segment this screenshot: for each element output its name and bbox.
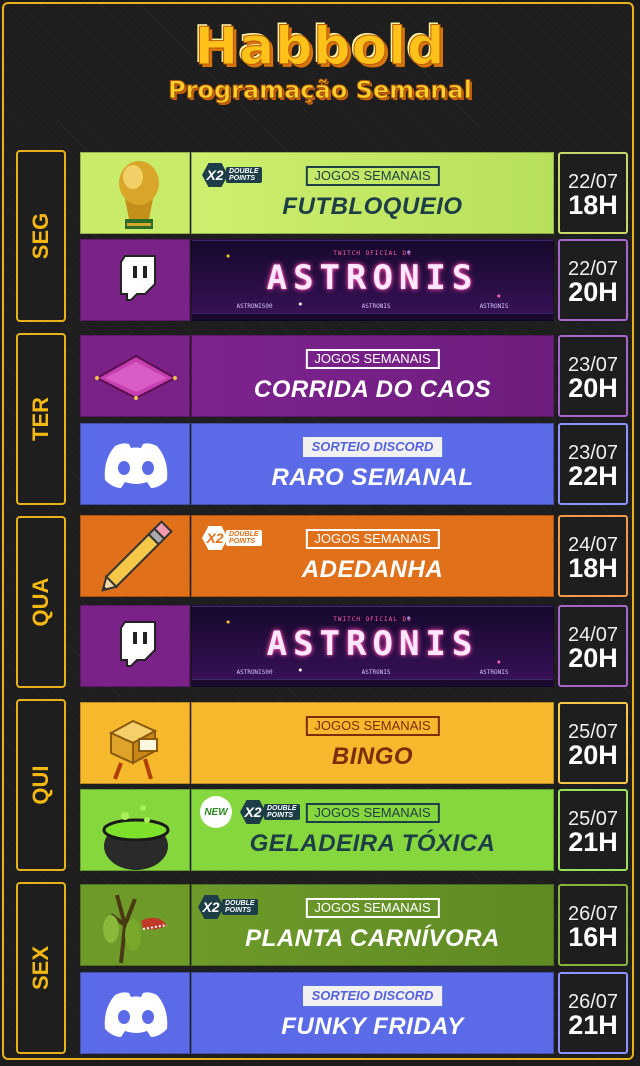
youtube-handle: ASTRONIS xyxy=(479,303,509,310)
event-date: 22/07 xyxy=(567,258,619,280)
event-hour: 20H xyxy=(568,643,618,673)
event-hour: 22H xyxy=(568,461,618,491)
event-hour: 21H xyxy=(568,827,618,857)
world-cup-trophy-icon xyxy=(80,152,190,234)
event-hour: 20H xyxy=(568,373,618,403)
event-title: BINGO xyxy=(331,743,414,770)
event-card: JOGOS SEMANAIS CORRIDA DO CAOS xyxy=(191,335,554,417)
event-card: SORTEIO DISCORD RARO SEMANAL xyxy=(191,423,554,505)
event-card: SORTEIO DISCORD FUNKY FRIDAY xyxy=(191,972,554,1054)
event-title: RARO SEMANAL xyxy=(271,464,474,491)
date-time-box: 26/07 16H xyxy=(558,884,628,966)
event-hour: 20H xyxy=(568,277,618,307)
date-time-box: 22/07 18H xyxy=(558,152,628,234)
event-card: NEW X2 DOUBLE POINTS JOGOS SEMANAIS GELAD… xyxy=(191,789,554,871)
event-hour: 18H xyxy=(568,190,618,220)
page-subtitle: Programação Semanal xyxy=(168,76,473,104)
date-time-box: 26/07 21H xyxy=(558,972,628,1054)
date-time-box: 24/07 20H xyxy=(558,605,628,687)
date-time-box: 22/07 20H xyxy=(558,239,628,321)
event-date: 23/07 xyxy=(567,354,619,376)
double-points-badge: X2 DOUBLE POINTS xyxy=(198,895,258,919)
category-label: JOGOS SEMANAIS xyxy=(305,803,440,823)
day-label-qui: QUI xyxy=(16,699,66,871)
discord-icon xyxy=(80,423,190,505)
stream-tagline: TWITCH OFICIAL DO xyxy=(333,250,412,257)
twitter-handle: ASTRONIS00 xyxy=(236,669,273,676)
stream-socials: ASTRONIS00 ASTRONIS ASTRONIS xyxy=(192,669,553,676)
event-hour: 16H xyxy=(568,922,618,952)
date-time-box: 23/07 20H xyxy=(558,335,628,417)
youtube-handle: ASTRONIS xyxy=(479,669,509,676)
new-badge: NEW xyxy=(200,796,232,828)
carnivorous-plant-icon xyxy=(80,884,190,966)
event-card: X2 DOUBLE POINTS JOGOS SEMANAIS FUTBLOQUE… xyxy=(191,152,554,234)
event-card: JOGOS SEMANAIS BINGO xyxy=(191,702,554,784)
stream-banner: TWITCH OFICIAL DO ASTRONIS ASTRONIS00 AS… xyxy=(191,239,554,321)
header: Habbold Programação Semanal xyxy=(0,17,640,104)
day-label-ter: TER xyxy=(16,333,66,505)
event-card: X2 DOUBLE POINTS JOGOS SEMANAIS PLANTA CA… xyxy=(191,884,554,966)
event-title: CORRIDA DO CAOS xyxy=(253,376,492,403)
stream-banner: TWITCH OFICIAL DO ASTRONIS ASTRONIS00 AS… xyxy=(191,605,554,687)
discord-icon xyxy=(80,972,190,1054)
event-title: FUTBLOQUEIO xyxy=(282,193,463,220)
event-date: 23/07 xyxy=(567,442,619,464)
day-label-seg: SEG xyxy=(16,150,66,322)
event-date: 24/07 xyxy=(567,534,619,556)
double-points-badge: X2 DOUBLE POINTS xyxy=(202,526,262,550)
category-label: SORTEIO DISCORD xyxy=(302,986,443,1006)
stream-tagline: TWITCH OFICIAL DO xyxy=(333,616,412,623)
category-label: JOGOS SEMANAIS xyxy=(305,529,440,549)
twitter-handle: ASTRONIS00 xyxy=(236,303,273,310)
double-points-badge: X2 DOUBLE POINTS xyxy=(202,163,262,187)
event-hour: 20H xyxy=(568,740,618,770)
event-date: 25/07 xyxy=(567,808,619,830)
cauldron-icon xyxy=(80,789,190,871)
category-label: JOGOS SEMANAIS xyxy=(305,166,440,186)
event-date: 26/07 xyxy=(567,991,619,1013)
event-hour: 21H xyxy=(568,1010,618,1040)
event-title: ADEDANHA xyxy=(301,556,444,583)
stream-socials: ASTRONIS00 ASTRONIS ASTRONIS xyxy=(192,303,553,310)
stream-name: ASTRONIS xyxy=(266,624,479,664)
event-hour: 18H xyxy=(568,553,618,583)
pencil-icon xyxy=(80,515,190,597)
twitch-handle: ASTRONIS xyxy=(361,669,391,676)
date-time-box: 25/07 20H xyxy=(558,702,628,784)
date-time-box: 25/07 21H xyxy=(558,789,628,871)
event-date: 22/07 xyxy=(567,171,619,193)
cushion-icon xyxy=(80,335,190,417)
event-title: FUNKY FRIDAY xyxy=(281,1013,464,1040)
event-title: PLANTA CARNÍVORA xyxy=(245,925,500,952)
logo: Habbold xyxy=(194,17,446,77)
day-label-sex: SEX xyxy=(16,882,66,1054)
category-label: JOGOS SEMANAIS xyxy=(305,349,440,369)
bingo-machine-icon xyxy=(80,702,190,784)
event-title: GELADEIRA TÓXICA xyxy=(249,830,496,857)
event-date: 26/07 xyxy=(567,903,619,925)
twitch-icon xyxy=(80,605,190,687)
category-label: JOGOS SEMANAIS xyxy=(305,898,440,918)
event-date: 25/07 xyxy=(567,721,619,743)
twitch-handle: ASTRONIS xyxy=(361,303,391,310)
category-label: JOGOS SEMANAIS xyxy=(305,716,440,736)
stream-name: ASTRONIS xyxy=(266,258,479,298)
double-points-badge: X2 DOUBLE POINTS xyxy=(240,800,300,824)
twitch-icon xyxy=(80,239,190,321)
event-date: 24/07 xyxy=(567,624,619,646)
date-time-box: 24/07 18H xyxy=(558,515,628,597)
category-label: SORTEIO DISCORD xyxy=(302,437,443,457)
date-time-box: 23/07 22H xyxy=(558,423,628,505)
event-card: X2 DOUBLE POINTS JOGOS SEMANAIS ADEDANHA xyxy=(191,515,554,597)
day-label-qua: QUA xyxy=(16,516,66,688)
